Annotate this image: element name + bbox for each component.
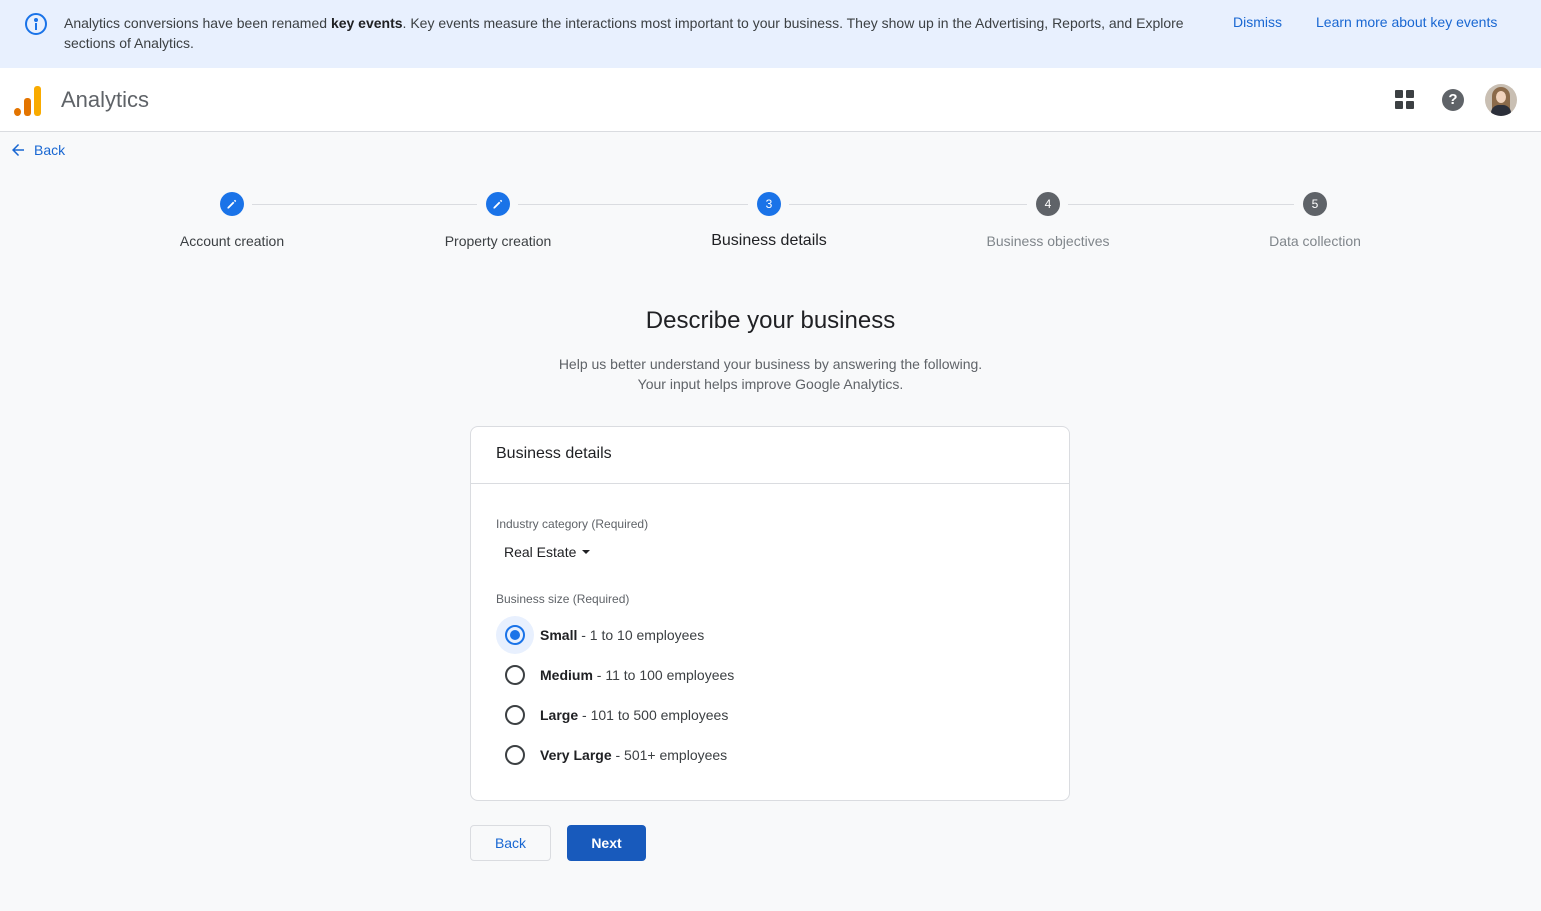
analytics-logo-icon[interactable]: [14, 84, 44, 116]
radio-halo: [496, 736, 534, 774]
arrow-back-icon: [12, 144, 24, 156]
radio-button[interactable]: [505, 745, 525, 765]
business-size-label: Business size (Required): [496, 592, 630, 606]
banner-text-before: Analytics conversions have been renamed: [64, 15, 331, 31]
dropdown-arrow-icon: [582, 550, 591, 554]
back-link[interactable]: Back: [10, 140, 65, 160]
radio-button-checked[interactable]: [505, 625, 525, 645]
option-name: Medium: [540, 667, 593, 683]
subtitle-line-1: Help us better understand your business …: [558, 356, 983, 372]
page-title: Describe your business: [645, 307, 896, 334]
option-detail: - 501+ employees: [611, 747, 728, 763]
step-4-label: Business objectives: [986, 233, 1110, 249]
step-4-circle: 4: [1036, 192, 1060, 216]
avatar[interactable]: [1485, 84, 1517, 116]
step-1-circle[interactable]: [220, 192, 244, 216]
back-link-label: Back: [34, 142, 66, 158]
radio-label: Very Large - 501+ employees: [540, 747, 727, 763]
business-size-option-large[interactable]: Large - 101 to 500 employees: [496, 697, 728, 733]
info-banner: Analytics conversions have been renamed …: [0, 0, 1541, 68]
option-name: Very Large: [540, 747, 612, 763]
step-connector: [518, 204, 748, 205]
banner-message: Analytics conversions have been renamed …: [64, 13, 1214, 53]
step-1-label[interactable]: Account creation: [180, 233, 284, 249]
subtitle-line-2: Your input helps improve Google Analytic…: [637, 376, 904, 392]
step-3-label: Business details: [711, 232, 827, 249]
business-size-option-medium[interactable]: Medium - 11 to 100 employees: [496, 657, 734, 693]
industry-category-select[interactable]: Real Estate: [504, 544, 591, 560]
radio-button[interactable]: [505, 665, 525, 685]
step-connector: [1068, 204, 1294, 205]
app-title[interactable]: Analytics: [61, 87, 149, 113]
learn-more-link[interactable]: Learn more about key events: [1316, 14, 1497, 30]
option-detail: - 1 to 10 employees: [577, 627, 705, 643]
radio-halo: [496, 696, 534, 734]
app-header: Analytics ?: [0, 68, 1541, 132]
step-2-circle[interactable]: [486, 192, 510, 216]
progress-stepper: 3 4 5 Account creation Property creation…: [0, 192, 1541, 262]
radio-halo: [496, 656, 534, 694]
option-name: Large: [540, 707, 579, 723]
radio-halo: [496, 616, 534, 654]
page-subtitle: Help us better understand your business …: [0, 354, 1541, 394]
info-icon: [25, 13, 47, 35]
step-5-label: Data collection: [1269, 233, 1361, 249]
radio-button[interactable]: [505, 705, 525, 725]
business-details-card: Business details Industry category (Requ…: [470, 426, 1070, 801]
radio-label: Medium - 11 to 100 employees: [540, 667, 734, 683]
industry-category-label: Industry category (Required): [496, 517, 649, 531]
option-name: Small: [540, 627, 578, 643]
step-5-circle: 5: [1303, 192, 1327, 216]
option-detail: - 11 to 100 employees: [592, 667, 735, 683]
dismiss-button[interactable]: Dismiss: [1233, 14, 1282, 30]
help-icon[interactable]: ?: [1442, 89, 1464, 111]
business-size-option-small[interactable]: Small - 1 to 10 employees: [496, 616, 704, 654]
step-2-label[interactable]: Property creation: [445, 233, 552, 249]
step-3-circle: 3: [757, 192, 781, 216]
industry-category-value: Real Estate: [504, 544, 577, 560]
banner-text-bold: key events: [330, 15, 403, 31]
back-button[interactable]: Back: [470, 825, 551, 861]
card-title: Business details: [471, 427, 1069, 484]
option-detail: - 101 to 500 employees: [578, 707, 729, 723]
next-button[interactable]: Next: [567, 825, 646, 861]
business-size-option-very-large[interactable]: Very Large - 501+ employees: [496, 737, 727, 773]
step-connector: [789, 204, 1027, 205]
step-connector: [252, 204, 477, 205]
radio-label: Small - 1 to 10 employees: [540, 627, 704, 643]
edit-pencil-icon: [227, 199, 237, 209]
edit-pencil-icon: [493, 199, 503, 209]
radio-label: Large - 101 to 500 employees: [540, 707, 728, 723]
apps-grid-icon[interactable]: [1395, 90, 1415, 110]
